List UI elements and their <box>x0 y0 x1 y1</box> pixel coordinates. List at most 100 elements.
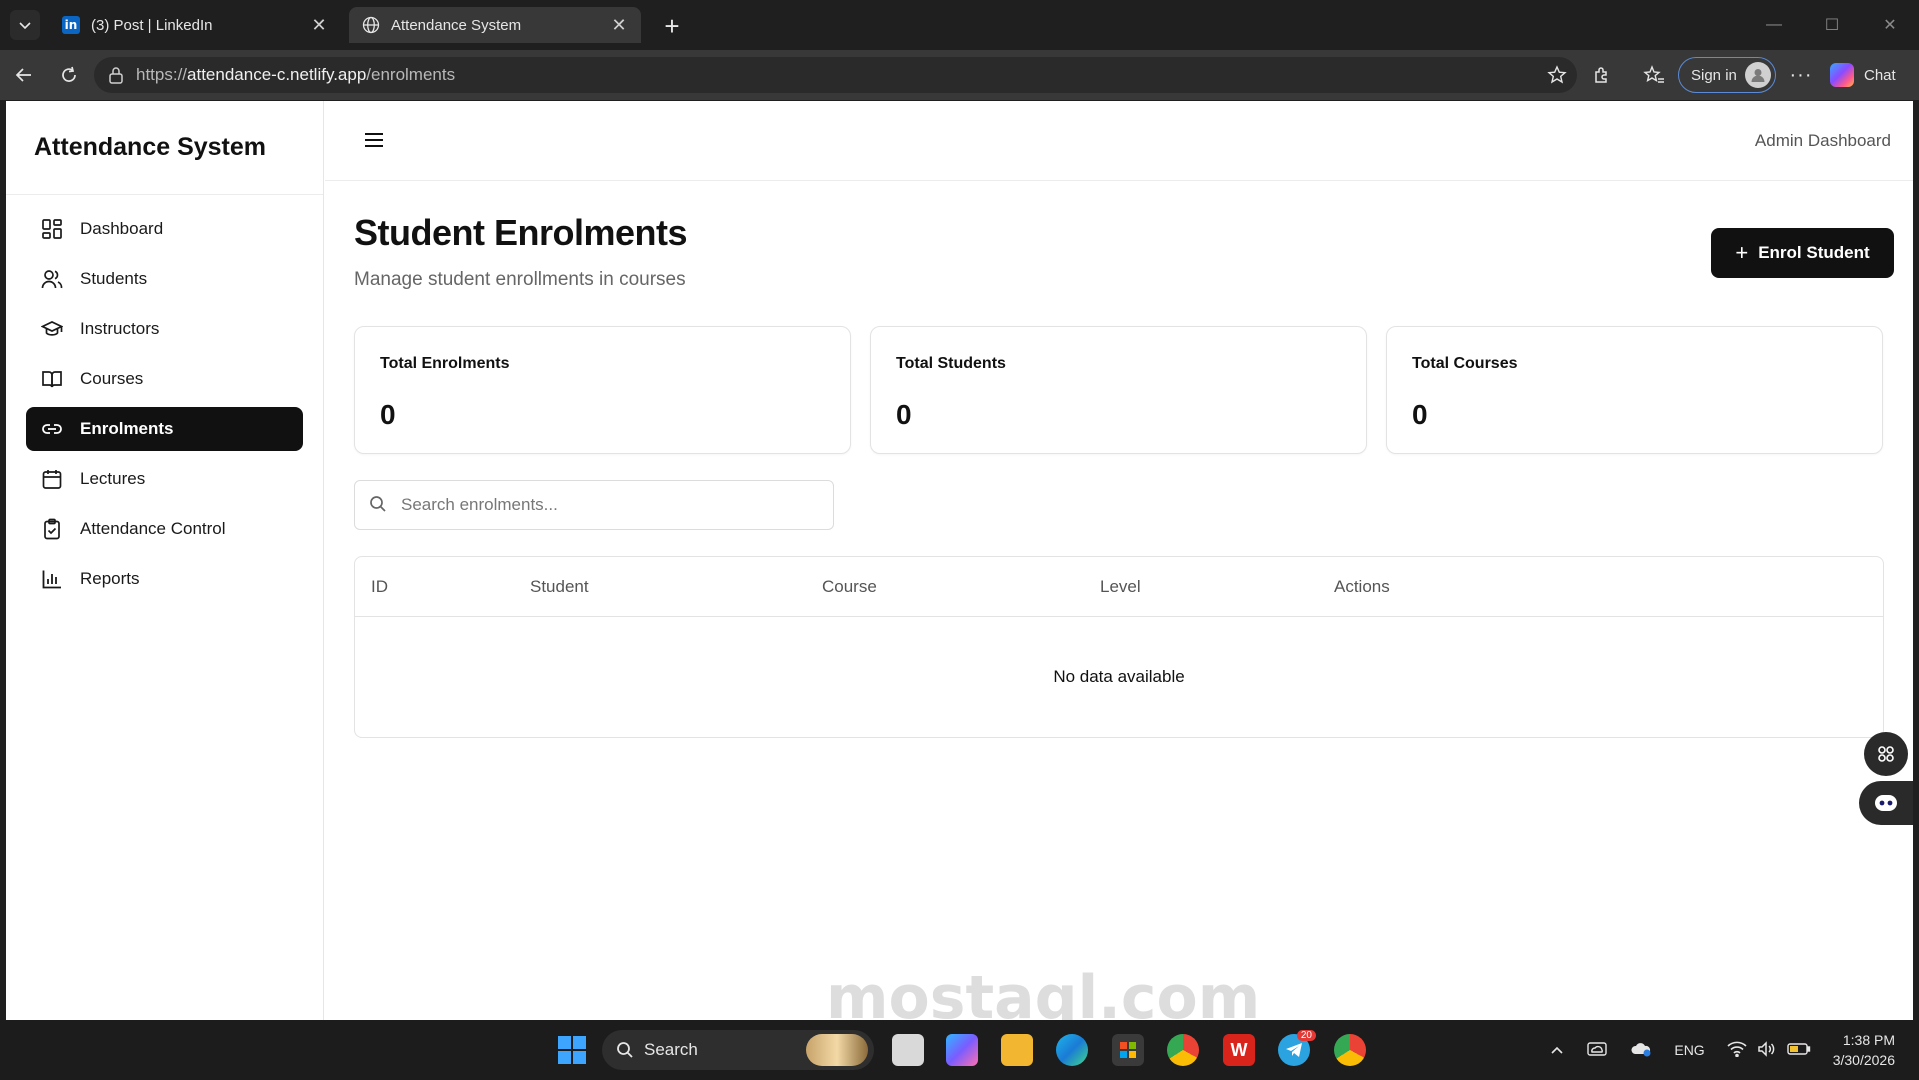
sidebar-item-attendance-control[interactable]: Attendance Control <box>26 507 303 551</box>
chrome-profile-icon[interactable] <box>1334 1034 1366 1066</box>
tab-linkedin[interactable]: in (3) Post | LinkedIn ✕ <box>49 7 341 43</box>
search-highlight-image-icon <box>806 1034 868 1066</box>
bar-chart-icon <box>40 567 64 591</box>
clock-time: 1:38 PM <box>1842 1032 1895 1048</box>
copilot-chat-button[interactable]: Chat <box>1830 57 1912 93</box>
brand-title: Attendance System <box>6 101 323 195</box>
back-arrow-icon[interactable] <box>6 57 42 93</box>
sidebar-item-students[interactable]: Students <box>26 257 303 301</box>
menu-hamburger-icon[interactable] <box>361 127 387 153</box>
taskbar-clock[interactable]: 1:38 PM 3/30/2026 <box>1833 1030 1895 1070</box>
sidebar-item-instructors[interactable]: Instructors <box>26 307 303 351</box>
sidebar-item-label: Enrolments <box>80 419 174 438</box>
sidebar-item-enrolments[interactable]: Enrolments <box>26 407 303 451</box>
column-header-course[interactable]: Course <box>822 577 877 597</box>
maximize-icon[interactable]: ☐ <box>1803 0 1861 50</box>
stat-card-total-courses: Total Courses 0 <box>1386 326 1883 454</box>
chrome-icon[interactable] <box>1167 1034 1199 1066</box>
clock-date: 3/30/2026 <box>1832 1052 1895 1068</box>
column-header-actions: Actions <box>1334 577 1390 596</box>
input-language[interactable]: ENG <box>1674 1042 1704 1058</box>
sidebar-item-label: Instructors <box>80 319 160 338</box>
clipboard-check-icon <box>40 517 64 541</box>
column-header-id[interactable]: ID <box>371 577 388 597</box>
plus-icon: + <box>1735 240 1749 265</box>
tab-actions-chevron-icon[interactable] <box>10 10 40 40</box>
search-field[interactable] <box>354 480 834 530</box>
enrol-student-label: Enrol Student <box>1758 243 1870 262</box>
taskbar-search-label: Search <box>644 1040 698 1059</box>
address-bar[interactable]: https://attendance-c.netlify.app/enrolme… <box>94 57 1577 93</box>
calendar-icon <box>40 467 64 491</box>
page-subtitle: Manage student enrollments in courses <box>354 269 686 290</box>
header-admin-label: Admin Dashboard <box>1754 131 1891 150</box>
stat-card-total-enrolments: Total Enrolments 0 <box>354 326 851 454</box>
linkedin-icon: in <box>61 15 81 35</box>
windows-taskbar: Search W 20 ENG 1:38 PM 3/30/2026 <box>0 1020 1919 1080</box>
browser-tab-bar: in (3) Post | LinkedIn ✕ Attendance Syst… <box>0 0 1919 50</box>
favorite-star-icon[interactable] <box>1545 63 1569 87</box>
dashboard-icon <box>40 217 64 241</box>
show-hidden-icons-chevron-icon[interactable] <box>1550 1042 1564 1058</box>
reload-icon[interactable] <box>51 57 87 93</box>
windows-start-icon[interactable] <box>556 1034 588 1066</box>
telegram-badge: 20 <box>1296 1030 1316 1041</box>
sidebar-item-reports[interactable]: Reports <box>26 557 303 601</box>
url-scheme: https:// <box>136 65 188 84</box>
url-host: attendance-c.netlify.app <box>187 65 367 84</box>
stat-label: Total Enrolments <box>380 355 510 372</box>
sidebar-item-label: Reports <box>80 569 140 588</box>
column-header-student[interactable]: Student <box>530 577 589 597</box>
stat-value: 0 <box>1412 399 1428 430</box>
lock-icon[interactable] <box>108 66 124 84</box>
sign-in-label: Sign in <box>1691 66 1737 84</box>
stat-value: 0 <box>896 399 912 430</box>
copilot-icon <box>1830 63 1854 87</box>
extensions-icon[interactable] <box>1584 57 1620 93</box>
sidebar-item-courses[interactable]: Courses <box>26 357 303 401</box>
sidebar-item-dashboard[interactable]: Dashboard <box>26 207 303 251</box>
column-header-level[interactable]: Level <box>1100 577 1141 597</box>
tab-attendance-system[interactable]: Attendance System ✕ <box>349 7 641 43</box>
wifi-icon[interactable] <box>1727 1041 1747 1060</box>
wps-office-icon[interactable]: W <box>1223 1034 1255 1066</box>
link-icon <box>40 417 64 441</box>
enrol-student-button[interactable]: + Enrol Student <box>1711 228 1894 278</box>
edge-browser-icon[interactable] <box>1056 1034 1088 1066</box>
url-path: /enrolments <box>366 65 456 84</box>
microsoft-365-icon[interactable] <box>946 1034 978 1066</box>
cloud-sync-icon[interactable] <box>1630 1041 1652 1060</box>
assistant-bot-float-icon[interactable] <box>1859 781 1913 825</box>
taskbar-search[interactable]: Search <box>602 1030 874 1070</box>
users-icon <box>40 267 64 291</box>
search-input[interactable] <box>401 495 821 515</box>
close-tab-icon[interactable]: ✕ <box>309 15 329 35</box>
search-icon <box>369 495 389 515</box>
graduation-cap-icon <box>40 317 64 341</box>
battery-icon[interactable] <box>1787 1042 1811 1059</box>
task-view-icon[interactable] <box>892 1034 924 1066</box>
table-empty-state: No data available <box>1053 667 1185 686</box>
file-explorer-icon[interactable] <box>1001 1034 1033 1066</box>
sidebar-item-lectures[interactable]: Lectures <box>26 457 303 501</box>
page-title: Student Enrolments <box>354 212 688 253</box>
sidebar: Attendance System Dashboard Students Ins… <box>6 101 324 1020</box>
table-header-row: ID Student Course Level Actions <box>355 557 1883 617</box>
sign-in-button[interactable]: Sign in <box>1678 57 1776 93</box>
volume-icon[interactable] <box>1757 1040 1777 1060</box>
more-options-icon[interactable]: ··· <box>1783 57 1819 93</box>
sidebar-item-label: Dashboard <box>80 219 164 238</box>
globe-icon <box>361 15 381 35</box>
window-close-icon[interactable]: ✕ <box>1861 0 1919 50</box>
book-icon <box>40 367 64 391</box>
minimize-icon[interactable]: — <box>1745 0 1803 50</box>
telegram-icon[interactable]: 20 <box>1278 1030 1316 1066</box>
apps-grid-float-icon[interactable] <box>1864 732 1908 776</box>
sidebar-item-label: Students <box>80 269 148 288</box>
new-tab-plus-icon[interactable]: + <box>656 10 688 42</box>
close-tab-icon[interactable]: ✕ <box>609 15 629 35</box>
window-controls: — ☐ ✕ <box>1745 0 1919 50</box>
favorites-icon[interactable] <box>1636 57 1672 93</box>
onedrive-cloud-icon[interactable] <box>1586 1041 1608 1060</box>
microsoft-store-icon[interactable] <box>1112 1034 1144 1066</box>
